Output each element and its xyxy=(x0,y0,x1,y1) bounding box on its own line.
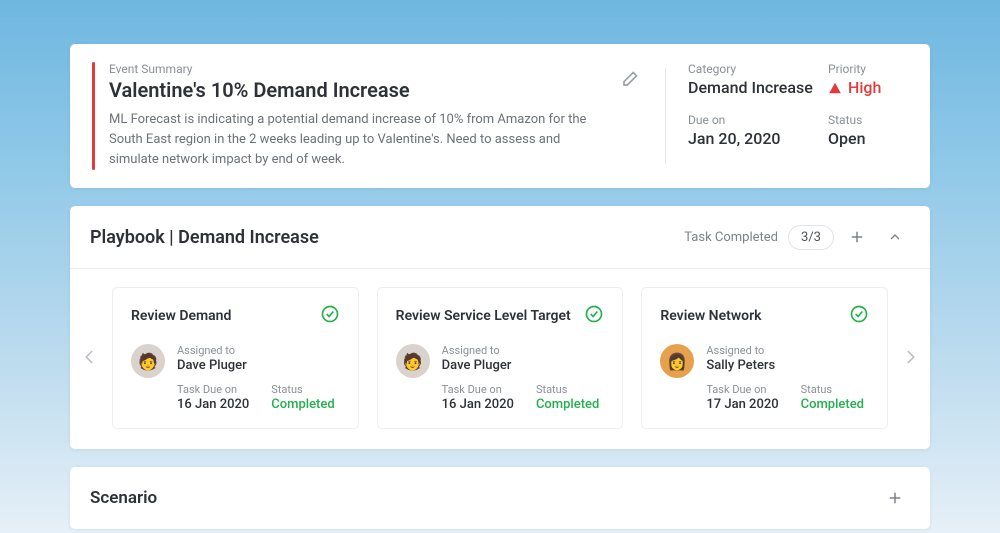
check-circle-icon xyxy=(584,304,604,328)
plus-icon xyxy=(848,228,866,246)
priority-block: Priority High xyxy=(828,62,908,97)
task-title: Review Demand xyxy=(131,308,231,324)
task-status-label: Status xyxy=(801,383,864,396)
status-block: Status Open xyxy=(828,113,908,148)
task-due: 17 Jan 2020 xyxy=(706,397,778,412)
chevron-left-icon xyxy=(81,342,99,376)
warning-icon xyxy=(828,81,842,95)
avatar-glyph: 🧑 xyxy=(138,352,158,371)
playbook-add-button[interactable] xyxy=(842,222,872,252)
task-completed-count: 3/3 xyxy=(788,225,834,250)
meta-col-2: Priority High Status Open xyxy=(828,62,908,170)
task-card[interactable]: Review Service Level Target 🧑 Assigned t… xyxy=(377,287,624,429)
task-due-label: Task Due on xyxy=(442,383,514,396)
priority-text: High xyxy=(848,78,881,97)
check-circle-icon xyxy=(849,304,869,328)
assignee: Dave Pluger xyxy=(177,358,340,373)
task-title: Review Service Level Target xyxy=(396,308,571,324)
check-circle-icon xyxy=(320,304,340,328)
avatar: 🧑 xyxy=(131,344,165,378)
avatar: 👩 xyxy=(660,344,694,378)
status-value: Open xyxy=(828,129,908,148)
assignee: Dave Pluger xyxy=(442,358,605,373)
scenario-add-button[interactable] xyxy=(880,483,910,513)
assigned-label: Assigned to xyxy=(442,344,605,357)
divider xyxy=(665,68,666,164)
task-due: 16 Jan 2020 xyxy=(177,397,249,412)
pencil-icon xyxy=(619,75,639,94)
summary-description: ML Forecast is indicating a potential de… xyxy=(109,110,605,170)
tasks-prev-button[interactable] xyxy=(78,334,102,384)
tasks-next-button[interactable] xyxy=(898,334,922,384)
task-status: Completed xyxy=(271,397,334,412)
summary-main: Event Summary Valentine's 10% Demand Inc… xyxy=(109,62,615,170)
category-block: Category Demand Increase xyxy=(688,62,818,97)
avatar: 🧑 xyxy=(396,344,430,378)
due-value: Jan 20, 2020 xyxy=(688,129,818,148)
priority-label: Priority xyxy=(828,62,908,76)
meta-col-1: Category Demand Increase Due on Jan 20, … xyxy=(688,62,818,170)
task-status: Completed xyxy=(536,397,599,412)
playbook-card: Playbook | Demand Increase Task Complete… xyxy=(70,206,930,449)
due-block: Due on Jan 20, 2020 xyxy=(688,113,818,148)
chevron-up-icon xyxy=(887,229,903,245)
playbook-collapse-button[interactable] xyxy=(880,222,910,252)
task-due-label: Task Due on xyxy=(177,383,249,396)
task-status: Completed xyxy=(801,397,864,412)
due-label: Due on xyxy=(688,113,818,127)
assigned-label: Assigned to xyxy=(177,344,340,357)
avatar-glyph: 👩 xyxy=(667,352,687,371)
playbook-header: Playbook | Demand Increase Task Complete… xyxy=(70,206,930,269)
edit-button[interactable] xyxy=(615,66,643,98)
playbook-title: Playbook | Demand Increase xyxy=(90,227,684,248)
task-due-label: Task Due on xyxy=(706,383,778,396)
category-value: Demand Increase xyxy=(688,78,818,97)
task-card[interactable]: Review Demand 🧑 Assigned to Dave Pluger xyxy=(112,287,359,429)
priority-value: High xyxy=(828,78,908,97)
task-title: Review Network xyxy=(660,308,761,324)
summary-label: Event Summary xyxy=(109,62,605,76)
task-completed-label: Task Completed xyxy=(684,230,778,245)
task-card[interactable]: Review Network 👩 Assigned to Sally Peter… xyxy=(641,287,888,429)
scenario-title: Scenario xyxy=(90,488,880,508)
event-summary-card: Event Summary Valentine's 10% Demand Inc… xyxy=(70,44,930,188)
chevron-right-icon xyxy=(901,342,919,376)
summary-title: Valentine's 10% Demand Increase xyxy=(109,78,605,102)
playbook-body: Review Demand 🧑 Assigned to Dave Pluger xyxy=(70,269,930,449)
accent-bar xyxy=(92,62,95,170)
task-due: 16 Jan 2020 xyxy=(442,397,514,412)
task-status-label: Status xyxy=(271,383,334,396)
assignee: Sally Peters xyxy=(706,358,869,373)
status-label: Status xyxy=(828,113,908,127)
scenario-card: Scenario xyxy=(70,467,930,529)
avatar-glyph: 🧑 xyxy=(403,352,423,371)
task-status-label: Status xyxy=(536,383,599,396)
plus-icon xyxy=(886,489,904,507)
category-label: Category xyxy=(688,62,818,76)
assigned-label: Assigned to xyxy=(706,344,869,357)
